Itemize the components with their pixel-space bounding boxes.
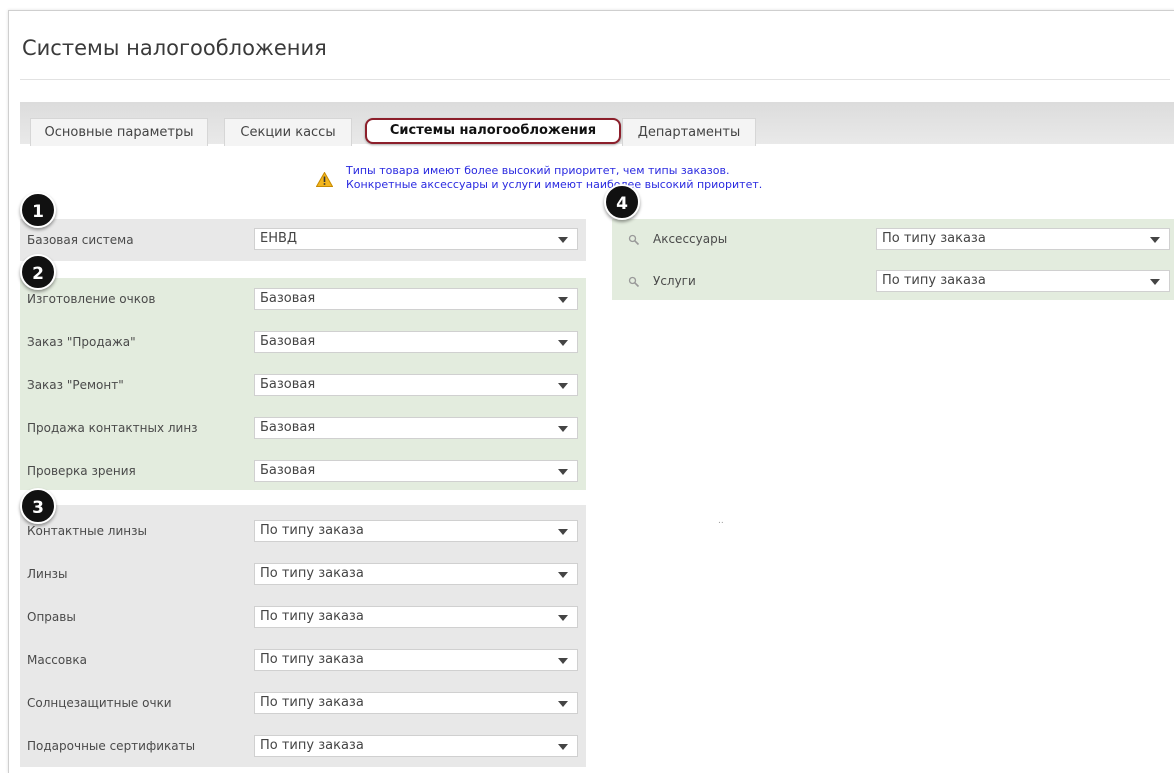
- order-type-select[interactable]: Базовая: [254, 460, 578, 482]
- product-type-select[interactable]: По типу заказа: [254, 649, 578, 671]
- chevron-down-icon: [558, 426, 568, 432]
- order-type-value: Базовая: [260, 291, 316, 306]
- callout-badge-1: 1: [20, 192, 56, 228]
- chevron-down-icon: [558, 701, 568, 707]
- tab-register-sections[interactable]: Секции кассы: [224, 118, 352, 146]
- product-type-select[interactable]: По типу заказа: [254, 606, 578, 628]
- order-type-value: Базовая: [260, 463, 316, 478]
- product-type-value: По типу заказа: [260, 695, 364, 710]
- product-type-label: Оправы: [27, 610, 76, 624]
- accessories-value: По типу заказа: [882, 231, 986, 246]
- priority-notice: Типы товара имеют более высокий приорите…: [346, 164, 866, 192]
- product-type-value: По типу заказа: [260, 609, 364, 624]
- accessories-select[interactable]: По типу заказа: [876, 228, 1170, 250]
- notice-line-1: Типы товара имеют более высокий приорите…: [346, 164, 730, 177]
- callout-badge-2: 2: [20, 254, 56, 290]
- product-type-label: Подарочные сертификаты: [27, 739, 196, 753]
- chevron-down-icon: [558, 469, 568, 475]
- product-type-value: По типу заказа: [260, 738, 364, 753]
- product-type-select[interactable]: По типу заказа: [254, 692, 578, 714]
- chevron-down-icon: [1150, 237, 1160, 243]
- order-type-label: Продажа контактных линз: [27, 421, 198, 435]
- chevron-down-icon: [558, 572, 568, 578]
- order-type-value: Базовая: [260, 334, 316, 349]
- chevron-down-icon: [558, 237, 568, 243]
- order-type-value: Базовая: [260, 420, 316, 435]
- loading-dots: ..: [718, 516, 724, 526]
- services-value: По типу заказа: [882, 273, 986, 288]
- product-types-panel: [20, 505, 586, 767]
- product-type-value: По типу заказа: [260, 523, 364, 538]
- chevron-down-icon: [558, 383, 568, 389]
- product-type-value: По типу заказа: [260, 652, 364, 667]
- base-system-select[interactable]: ЕНВД: [254, 228, 578, 250]
- product-type-select[interactable]: По типу заказа: [254, 520, 578, 542]
- product-type-value: По типу заказа: [260, 566, 364, 581]
- order-type-select[interactable]: Базовая: [254, 288, 578, 310]
- order-type-label: Заказ "Продажа": [27, 335, 136, 349]
- chevron-down-icon: [558, 658, 568, 664]
- chevron-down-icon: [558, 340, 568, 346]
- chevron-down-icon: [1150, 279, 1160, 285]
- chevron-down-icon: [558, 744, 568, 750]
- callout-badge-3: 3: [20, 488, 56, 524]
- tab-main-params[interactable]: Основные параметры: [30, 118, 208, 146]
- tab-departments[interactable]: Департаменты: [622, 118, 756, 146]
- callout-badge-4: 4: [604, 184, 640, 220]
- order-type-label: Изготовление очков: [27, 292, 156, 306]
- product-type-label: Линзы: [27, 567, 68, 581]
- search-icon[interactable]: [628, 276, 640, 288]
- chevron-down-icon: [558, 615, 568, 621]
- base-system-label: Базовая система: [27, 233, 134, 247]
- services-select[interactable]: По типу заказа: [876, 270, 1170, 292]
- order-type-select[interactable]: Базовая: [254, 417, 578, 439]
- warning-icon: [316, 172, 333, 187]
- chevron-down-icon: [558, 529, 568, 535]
- order-type-label: Проверка зрения: [27, 464, 136, 478]
- tab-tax-systems[interactable]: Системы налогообложения: [365, 118, 621, 144]
- order-type-value: Базовая: [260, 377, 316, 392]
- order-type-label: Заказ "Ремонт": [27, 378, 124, 392]
- base-system-value: ЕНВД: [260, 231, 298, 246]
- product-type-label: Массовка: [27, 653, 87, 667]
- order-type-select[interactable]: Базовая: [254, 374, 578, 396]
- notice-line-2: Конкретные аксессуары и услуги имеют наи…: [346, 178, 763, 191]
- services-label: Услуги: [653, 274, 696, 288]
- product-type-label: Солнцезащитные очки: [27, 696, 172, 710]
- search-icon[interactable]: [628, 234, 640, 246]
- order-type-select[interactable]: Базовая: [254, 331, 578, 353]
- product-type-select[interactable]: По типу заказа: [254, 563, 578, 585]
- title-divider: [20, 79, 1170, 80]
- chevron-down-icon: [558, 297, 568, 303]
- product-type-label: Контактные линзы: [27, 524, 147, 538]
- accessories-label: Аксессуары: [653, 232, 728, 246]
- product-type-select[interactable]: По типу заказа: [254, 735, 578, 757]
- page-title: Системы налогообложения: [22, 36, 327, 60]
